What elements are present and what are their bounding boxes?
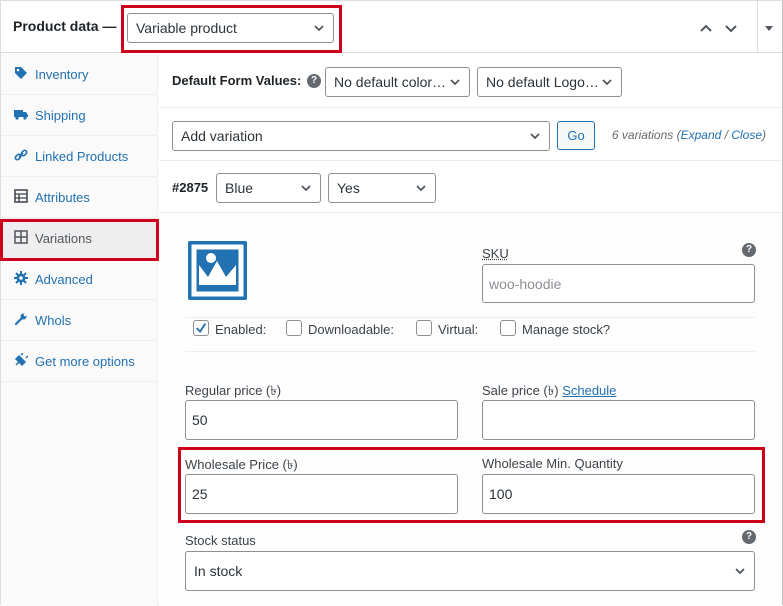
stock-status-value: In stock — [194, 563, 243, 579]
help-icon[interactable]: ? — [307, 74, 321, 88]
variation-action-select[interactable]: Add variation — [172, 121, 550, 151]
tab-advanced[interactable]: Advanced — [1, 259, 158, 300]
tab-label: Attributes — [35, 190, 90, 205]
tab-attributes[interactable]: Attributes — [1, 177, 158, 218]
variation-image[interactable] — [188, 241, 247, 300]
table-icon — [14, 189, 28, 203]
variation-id: #2875 — [172, 180, 209, 195]
variation-body: SKU ? woo-hoodie Enabled: Downloadable: … — [159, 212, 782, 606]
sale-price-label: Sale price (৳) — [482, 383, 559, 398]
variation-header[interactable]: #2875 Blue Yes — [159, 162, 782, 212]
downloadable-label: Downloadable: — [308, 322, 395, 337]
product-data-title: Product data — — [13, 18, 117, 34]
chevron-down-icon — [416, 185, 426, 192]
checkbox-box — [286, 320, 302, 336]
tab-label: Variations — [35, 231, 92, 246]
variation-actions-row: Add variation Go 6 variations (Expand / … — [159, 109, 782, 161]
sku-input[interactable]: woo-hoodie — [482, 264, 755, 303]
product-type-value: Variable product — [136, 20, 237, 36]
wholesale-price-input[interactable]: 25 — [185, 474, 458, 514]
tab-get-more-options[interactable]: Get more options — [1, 341, 158, 382]
product-data-panel: Product data — Variable product Inventor… — [0, 0, 783, 606]
tab-label: Get more options — [35, 354, 135, 369]
link-icon — [14, 149, 28, 161]
checkbox-box — [500, 320, 516, 336]
variations-count-text: 6 variations ( — [611, 128, 681, 142]
wrench-icon — [14, 313, 27, 326]
regular-price-input[interactable]: 50 — [185, 400, 458, 440]
default-form-values-row: Default Form Values: ? No default color…… — [159, 54, 782, 108]
chevron-down-icon — [735, 568, 745, 575]
checkmark-icon — [195, 323, 207, 334]
stock-status-label: Stock status — [185, 533, 256, 548]
slash-separator: / — [721, 128, 732, 142]
tab-inventory[interactable]: Inventory — [1, 54, 158, 95]
checkbox-box — [193, 320, 209, 336]
header-divider — [757, 1, 758, 53]
truck-icon — [14, 110, 28, 120]
gear-icon — [14, 271, 28, 285]
tab-label: Linked Products — [35, 149, 129, 164]
variations-count: 6 variations (Expand / Close) — [612, 128, 766, 142]
schedule-link[interactable]: Schedule — [562, 383, 616, 398]
product-data-header: Product data — Variable product — [1, 1, 782, 53]
chevron-down-icon — [301, 185, 311, 192]
close-all-link[interactable]: Close — [731, 128, 762, 142]
manage-stock-label: Manage stock? — [522, 322, 611, 337]
tab-linked-products[interactable]: Linked Products — [1, 136, 158, 177]
plugin-icon — [14, 353, 28, 367]
chevron-down-icon — [314, 25, 324, 32]
tab-label: Shipping — [35, 108, 86, 123]
default-form-values-label: Default Form Values: — [172, 73, 302, 88]
divider — [185, 351, 755, 352]
tab-whols[interactable]: Whols — [1, 300, 158, 341]
image-placeholder-icon — [191, 244, 244, 297]
chevron-down-icon — [530, 133, 540, 140]
sku-label: SKU — [482, 246, 509, 261]
close-paren: ) — [762, 128, 766, 142]
go-button[interactable]: Go — [557, 121, 595, 150]
chevron-down-icon[interactable] — [723, 20, 739, 36]
product-data-tabs: Inventory Shipping Linked Products Attri… — [1, 54, 158, 606]
tab-label: Whols — [35, 313, 72, 328]
variations-panel: Default Form Values: ? No default color…… — [159, 54, 782, 606]
sale-price-input[interactable] — [482, 400, 755, 440]
chevron-down-icon — [602, 79, 612, 86]
product-type-select[interactable]: Variable product — [127, 13, 334, 43]
virtual-label: Virtual: — [438, 322, 479, 337]
tab-label: Inventory — [35, 67, 89, 82]
help-icon[interactable]: ? — [742, 530, 756, 544]
checkbox-box — [416, 320, 432, 336]
default-color-select[interactable]: No default color… — [325, 67, 470, 97]
variation-color-select[interactable]: Blue — [216, 173, 321, 203]
toggle-panel-icon[interactable] — [761, 20, 777, 36]
chevron-down-icon — [450, 79, 460, 86]
variation-logo-select[interactable]: Yes — [328, 173, 436, 203]
tab-shipping[interactable]: Shipping — [1, 95, 158, 136]
wholesale-min-quantity-input[interactable]: 100 — [482, 474, 755, 514]
variation-action-value: Add variation — [181, 128, 263, 144]
tab-variations[interactable]: Variations — [1, 218, 158, 259]
wholesale-min-quantity-label: Wholesale Min. Quantity — [482, 456, 623, 471]
stock-status-select[interactable]: In stock — [185, 551, 755, 591]
default-logo-select[interactable]: No default Logo… — [477, 67, 622, 97]
enabled-label: Enabled: — [215, 322, 267, 337]
divider — [185, 317, 755, 318]
tab-label: Advanced — [35, 272, 93, 287]
grid-icon — [14, 230, 28, 244]
help-icon[interactable]: ? — [742, 243, 756, 257]
tag-icon — [15, 67, 27, 79]
expand-all-link[interactable]: Expand — [681, 128, 722, 142]
chevron-up-icon[interactable] — [698, 20, 714, 36]
